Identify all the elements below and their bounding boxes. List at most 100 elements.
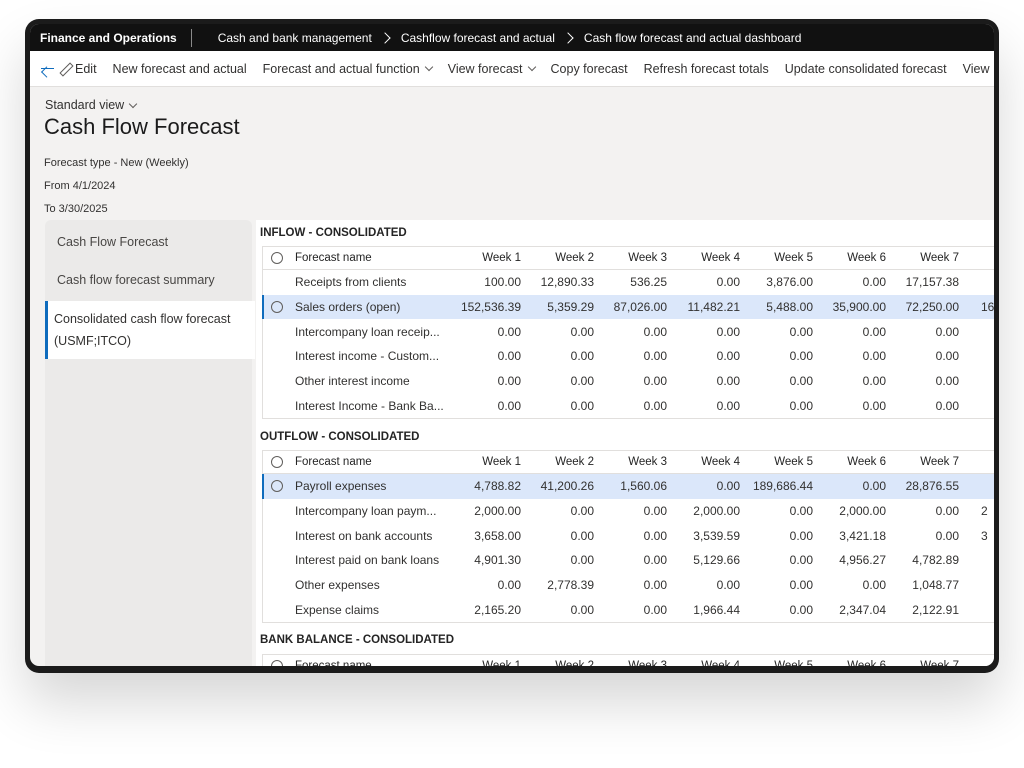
view-forecast-label: View forecast (447, 61, 523, 76)
week-3-value-cell: 0.00 (643, 374, 667, 389)
new-forecast-button[interactable]: New forecast and actual (105, 62, 255, 76)
column-header-week-5[interactable]: Week 5 (740, 451, 813, 473)
column-header-week-3[interactable]: Week 3 (594, 655, 667, 666)
column-header-week-2[interactable]: Week 2 (521, 655, 594, 666)
table-row[interactable]: Payroll expenses 4,788.82 41,200.26 1,560.0… (262, 474, 994, 499)
select-all-radio[interactable] (271, 252, 283, 264)
column-header-forecast-name[interactable]: Forecast name (295, 247, 447, 269)
table-row[interactable]: Receipts from clients 100.00 12,890.33 536.… (263, 270, 994, 295)
week-3-value-cell: 0.00 (643, 398, 667, 413)
table-row[interactable]: Interest on bank accounts 3,658.00 0.00 0.0… (263, 523, 994, 548)
column-header-week-6[interactable]: Week 6 (813, 247, 886, 269)
breadcrumb-cashflow-forecast[interactable]: Cashflow forecast and actual (401, 31, 555, 45)
week-8-partial-cell: 2 (981, 504, 988, 519)
top-navigation-bar: Finance and Operations Cash and bank man… (30, 24, 994, 51)
column-header-week-1[interactable]: Week 1 (448, 451, 521, 473)
edit-label: Edit (75, 61, 97, 76)
table-row[interactable]: Expense claims 2,165.20 0.00 0.00 1,966.44 0.… (263, 597, 994, 622)
copy-forecast-button[interactable]: Copy forecast (543, 62, 636, 76)
week-6-value-cell: 35,900.00 (832, 300, 886, 315)
table-row[interactable]: Other interest income 0.00 0.00 0.00 0.00 0.0… (263, 369, 994, 394)
column-header-week-4[interactable]: Week 4 (667, 247, 740, 269)
refresh-forecast-totals-button[interactable]: Refresh forecast totals (636, 62, 777, 76)
column-header-week-3[interactable]: Week 3 (594, 451, 667, 473)
breadcrumb-dashboard[interactable]: Cash flow forecast and actual dashboard (584, 31, 801, 45)
week-5-value-cell: 0.00 (789, 602, 813, 617)
action-pane: Edit New forecast and actual Forecast an… (30, 51, 994, 87)
week-2-value-cell: 0.00 (570, 324, 594, 339)
week-3-value-cell: 0.00 (643, 349, 667, 364)
week-6-value-cell: 0.00 (862, 479, 886, 494)
view-forecast-menu[interactable]: View forecast (440, 62, 543, 76)
breadcrumb-cash-bank[interactable]: Cash and bank management (218, 31, 372, 45)
column-header-week-6[interactable]: Week 6 (813, 451, 886, 473)
week-4-value-cell: 0.00 (716, 374, 740, 389)
week-8-partial-cell: 16 (981, 300, 994, 315)
app-name[interactable]: Finance and Operations (30, 31, 187, 45)
column-header-week-1[interactable]: Week 1 (448, 655, 521, 666)
forecast-name-cell: Receipts from clients (295, 275, 407, 290)
column-header-week-5[interactable]: Week 5 (740, 247, 813, 269)
table-row[interactable]: Other expenses 0.00 2,778.39 0.00 0.00 0.00 0.… (263, 573, 994, 598)
column-header-week-4[interactable]: Week 4 (667, 655, 740, 666)
column-header-week-2[interactable]: Week 2 (521, 451, 594, 473)
week-8-partial-cell (959, 393, 994, 418)
week-3-value-cell: 87,026.00 (613, 300, 667, 315)
week-6-value-cell: 0.00 (862, 324, 886, 339)
column-header-week-7[interactable]: Week 7 (886, 451, 959, 473)
week-8-partial-cell (959, 270, 994, 295)
week-5-value-cell: 0.00 (789, 578, 813, 593)
chevron-down-icon (128, 99, 138, 108)
inflow-rows: Receipts from clients 100.00 12,890.33 536.… (262, 270, 994, 420)
week-7-value-cell: 4,782.89 (912, 553, 959, 568)
select-all-radio[interactable] (271, 456, 283, 468)
view-overflow-button[interactable]: View (955, 62, 994, 76)
week-3-value-cell: 1,560.06 (620, 479, 667, 494)
column-header-week-4[interactable]: Week 4 (667, 451, 740, 473)
date-to-text: To 3/30/2025 (44, 203, 108, 215)
week-5-value-cell: 189,686.44 (752, 479, 813, 494)
outflow-section-title: OUTFLOW - CONSOLIDATED (260, 431, 420, 443)
forecast-name-cell: Interest on bank accounts (295, 528, 433, 543)
table-row[interactable]: Interest income - Custom... 0.00 0.00 0.00 0… (263, 344, 994, 369)
column-header-week-5[interactable]: Week 5 (740, 655, 813, 666)
table-row[interactable]: Sales orders (open) 152,536.39 5,359.29 87,… (262, 294, 994, 320)
page-title: Cash Flow Forecast (44, 114, 240, 139)
week-1-value-cell: 4,788.82 (474, 479, 521, 494)
table-row[interactable]: Interest Income - Bank Ba... 0.00 0.00 0.00… (263, 393, 994, 418)
forecast-sidebar: Cash Flow Forecast Cash flow forecast su… (45, 220, 255, 666)
week-6-value-cell: 0.00 (862, 374, 886, 389)
row-select-radio[interactable] (271, 480, 283, 493)
table-row[interactable]: Intercompany loan receip... 0.00 0.00 0.00 0… (263, 319, 994, 344)
view-selector[interactable]: Standard view (45, 98, 138, 112)
week-2-value-cell: 5,359.29 (547, 300, 594, 315)
forecast-grids-area: INFLOW - CONSOLIDATED Forecast name Week… (256, 220, 994, 666)
column-header-week-7[interactable]: Week 7 (886, 655, 959, 666)
column-header-forecast-name[interactable]: Forecast name (295, 451, 447, 473)
edit-button[interactable]: Edit (51, 62, 105, 76)
column-header-week-7[interactable]: Week 7 (886, 247, 959, 269)
sidebar-item-cash-flow-forecast[interactable]: Cash Flow Forecast (45, 230, 264, 254)
row-select-radio[interactable] (271, 301, 283, 314)
week-2-value-cell: 0.00 (570, 349, 594, 364)
week-7-value-cell: 0.00 (935, 374, 959, 389)
table-row[interactable]: Intercompany loan paym... 2,000.00 0.00 0.0… (263, 499, 994, 524)
week-1-value-cell: 0.00 (497, 349, 521, 364)
column-header-week-6[interactable]: Week 6 (813, 655, 886, 666)
week-5-value-cell: 0.00 (789, 553, 813, 568)
forecast-function-menu[interactable]: Forecast and actual function (255, 62, 440, 76)
week-2-value-cell: 0.00 (570, 374, 594, 389)
select-all-radio[interactable] (271, 660, 283, 666)
bank-balance-grid: Forecast name Week 1 Week 2 Week 3 Week … (262, 654, 994, 666)
table-row[interactable]: Interest paid on bank loans 4,901.30 0.00 0… (263, 548, 994, 573)
update-consolidated-forecast-button[interactable]: Update consolidated forecast (777, 62, 955, 76)
column-header-forecast-name[interactable]: Forecast name (295, 655, 447, 666)
week-4-value-cell: 0.00 (716, 349, 740, 364)
column-header-week-2[interactable]: Week 2 (521, 247, 594, 269)
week-7-value-cell: 28,876.55 (905, 479, 959, 494)
column-header-week-1[interactable]: Week 1 (448, 247, 521, 269)
column-header-week-3[interactable]: Week 3 (594, 247, 667, 269)
sidebar-item-forecast-summary[interactable]: Cash flow forecast summary (45, 268, 264, 292)
week-2-value-cell: 0.00 (570, 398, 594, 413)
sidebar-item-consolidated-forecast[interactable]: Consolidated cash flow forecast (USMF;IT… (45, 301, 255, 359)
